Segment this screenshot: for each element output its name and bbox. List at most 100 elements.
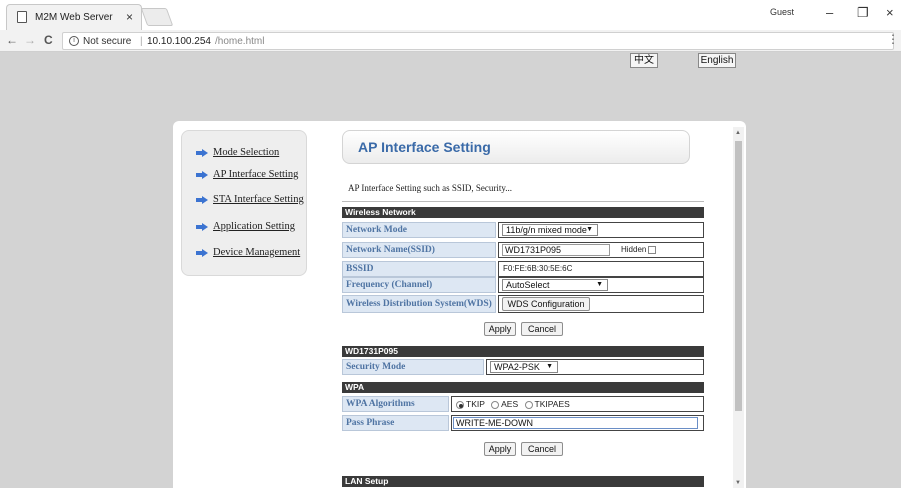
forward-icon[interactable]: → (24, 33, 36, 47)
browser-tab[interactable]: M2M Web Server × (6, 4, 142, 30)
hidden-checkbox[interactable] (648, 245, 657, 254)
page-subtitle: AP Interface Setting such as SSID, Secur… (348, 183, 513, 193)
sidebar-item-device-management[interactable]: Device Management (196, 247, 300, 258)
radio-aes[interactable] (491, 400, 500, 409)
row-bssid: BSSID F0:FE:6B:30:5E:6C (342, 261, 704, 277)
pass-phrase-label: Pass Phrase (342, 415, 449, 431)
dropdown-caret-icon: ▼ (596, 281, 603, 288)
radio-label: TKIP (466, 399, 485, 409)
network-mode-select[interactable]: 11b/g/n mixed mode ▼ (502, 224, 598, 236)
pass-phrase-cell: WRITE-ME-DOWN (451, 415, 704, 431)
profile-badge[interactable]: Guest (770, 7, 794, 17)
apply-button[interactable]: Apply (484, 322, 516, 336)
browser-menu-icon[interactable]: ⋮ (887, 32, 899, 46)
tab-title: M2M Web Server (35, 12, 113, 23)
bssid-label: BSSID (342, 261, 496, 277)
window-close-icon[interactable]: × (886, 5, 894, 20)
wds-configuration-button[interactable]: WDS Configuration (502, 297, 590, 311)
ssid-label: Network Name(SSID) (342, 242, 496, 258)
hidden-ssid-option[interactable]: Hidden (621, 243, 657, 257)
security-mode-cell: WPA2-PSK ▼ (486, 359, 704, 375)
address-bar[interactable]: i Not secure | 10.10.100.254 /home.html (62, 32, 894, 50)
cancel-button[interactable]: Cancel (521, 322, 563, 336)
scrollbar-thumb[interactable] (735, 141, 742, 411)
tab-close-icon[interactable]: × (126, 10, 133, 24)
url-separator: | (140, 36, 143, 47)
page-header: AP Interface Setting (342, 130, 690, 164)
sidebar-item-mode-selection[interactable]: Mode Selection (196, 147, 279, 158)
section-header-lan: LAN Setup (342, 476, 704, 487)
scroll-down-icon[interactable]: ▼ (735, 480, 741, 486)
divider (342, 201, 704, 202)
channel-cell: AutoSelect ▼ (498, 277, 704, 293)
url-path: /home.html (215, 36, 265, 47)
sidebar-item-application[interactable]: Application Setting (196, 221, 295, 232)
radio-option-tkipaes[interactable]: TKIPAES (524, 399, 570, 409)
row-wds: Wireless Distribution System(WDS) WDS Co… (342, 295, 704, 313)
sidebar-item-label: Mode Selection (213, 147, 280, 159)
new-tab-button[interactable] (140, 8, 174, 26)
wds-cell: WDS Configuration (498, 295, 704, 313)
radio-label: AES (501, 399, 519, 409)
security-mode-select[interactable]: WPA2-PSK ▼ (490, 361, 558, 373)
sidebar-item-label: STA Interface Setting (213, 194, 304, 206)
dropdown-caret-icon: ▼ (546, 363, 553, 370)
apply-button-security[interactable]: Apply (484, 442, 516, 456)
arrow-right-icon (196, 195, 208, 204)
url-host: 10.10.100.254 (147, 36, 211, 47)
cancel-button-security[interactable]: Cancel (521, 442, 563, 456)
scroll-up-icon[interactable]: ▲ (735, 130, 741, 136)
arrow-right-icon (196, 148, 208, 157)
section-header-wireless: Wireless Network (342, 207, 704, 218)
ssid-cell: WD1731P095 Hidden (498, 242, 704, 258)
arrow-right-icon (196, 248, 208, 257)
radio-option-aes[interactable]: AES (491, 399, 518, 409)
row-wpa-algorithms: WPA Algorithms TKIP AES TKIPAES (342, 396, 704, 412)
maximize-icon[interactable]: ❐ (857, 5, 869, 21)
dropdown-caret-icon: ▼ (586, 226, 593, 233)
security-status: Not secure (83, 36, 132, 47)
wpa-algorithms-cell: TKIP AES TKIPAES (451, 396, 704, 412)
row-ssid: Network Name(SSID) WD1731P095 Hidden (342, 242, 704, 258)
wpa-algorithms-label: WPA Algorithms (342, 396, 449, 412)
radio-option-tkip[interactable]: TKIP (456, 399, 485, 409)
page-title: AP Interface Setting (358, 139, 491, 155)
arrow-right-icon (196, 170, 208, 179)
english-language-button[interactable]: English (698, 53, 736, 68)
network-mode-label: Network Mode (342, 222, 496, 238)
sidebar-item-label: Application Setting (213, 221, 295, 233)
channel-select[interactable]: AutoSelect ▼ (502, 279, 608, 291)
chinese-language-button[interactable]: 中文 (630, 53, 658, 68)
network-mode-value: 11b/g/n mixed mode (506, 225, 587, 235)
network-mode-cell: 11b/g/n mixed mode ▼ (498, 222, 704, 238)
page-scrollbar[interactable]: ▲ ▼ (733, 127, 744, 488)
info-icon[interactable]: i (69, 36, 79, 46)
browser-tab-bar: M2M Web Server × Guest – ❐ × (0, 0, 901, 30)
sidebar-menu: Mode Selection AP Interface Setting STA … (181, 130, 307, 276)
bssid-value: F0:FE:6B:30:5E:6C (498, 261, 704, 277)
row-channel: Frequency (Channel) AutoSelect ▼ (342, 277, 704, 293)
sidebar-item-ap-interface[interactable]: AP Interface Setting (196, 169, 298, 180)
security-mode-label: Security Mode (342, 359, 484, 375)
reload-icon[interactable]: C (44, 33, 53, 47)
section-header-ssid: WD1731P095 (342, 346, 704, 357)
ssid-input[interactable]: WD1731P095 (502, 244, 610, 256)
section-header-wpa: WPA (342, 382, 704, 393)
channel-value: AutoSelect (506, 280, 550, 290)
channel-label: Frequency (Channel) (342, 277, 496, 293)
radio-tkip[interactable] (456, 400, 464, 409)
row-pass-phrase: Pass Phrase WRITE-ME-DOWN (342, 415, 704, 431)
row-network-mode: Network Mode 11b/g/n mixed mode ▼ (342, 222, 704, 238)
security-mode-value: WPA2-PSK (494, 362, 540, 372)
back-icon[interactable]: ← (6, 33, 18, 47)
radio-label: TKIPAES (534, 399, 570, 409)
page-icon (17, 11, 27, 23)
browser-toolbar: ← → C i Not secure | 10.10.100.254 /home… (0, 30, 901, 52)
radio-tkipaes[interactable] (524, 400, 533, 409)
sidebar-item-label: AP Interface Setting (213, 169, 299, 181)
wds-label: Wireless Distribution System(WDS) (342, 295, 496, 313)
pass-phrase-input[interactable]: WRITE-ME-DOWN (453, 417, 698, 429)
minimize-icon[interactable]: – (826, 5, 833, 20)
hidden-label: Hidden (621, 245, 647, 254)
sidebar-item-sta-interface[interactable]: STA Interface Setting (196, 194, 304, 205)
